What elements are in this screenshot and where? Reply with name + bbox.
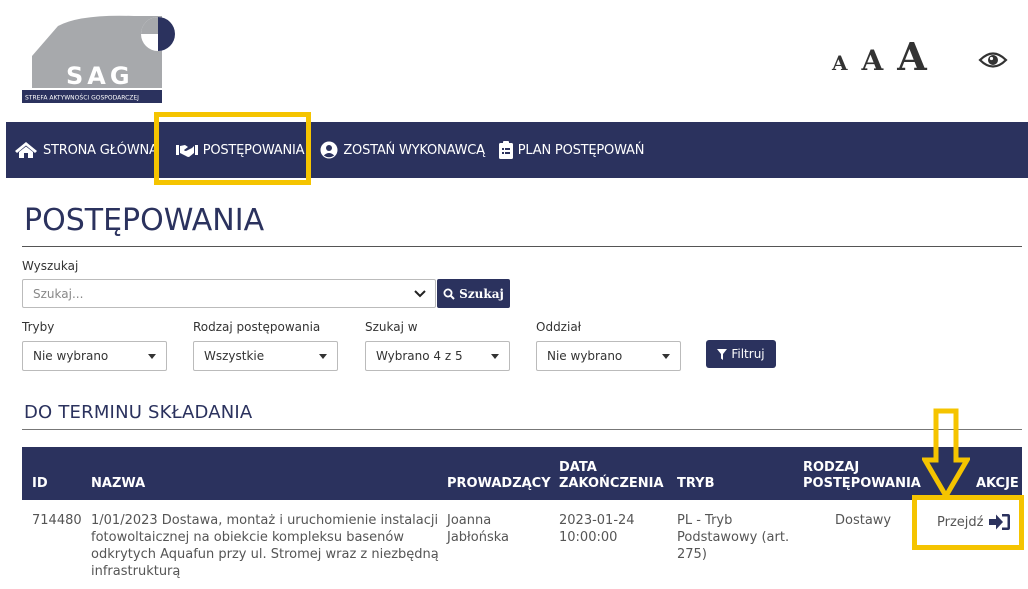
szukaj-w-label: Szukaj w xyxy=(365,320,418,334)
section-divider xyxy=(22,429,1022,430)
tryby-select[interactable]: Nie wybrano xyxy=(22,341,167,371)
home-icon xyxy=(15,142,37,158)
nav-home[interactable]: STRONA GŁÓWNA xyxy=(14,122,158,178)
tryby-select-value: Nie wybrano xyxy=(33,349,109,363)
cell-data-line: 2023-01-24 xyxy=(559,513,635,528)
filter-button[interactable]: Filtruj xyxy=(706,340,776,368)
highlight-box-akcje xyxy=(912,495,1024,550)
font-size-small-button[interactable]: A xyxy=(832,51,848,75)
cell-prowadzacy-line: Jabłońska xyxy=(447,530,509,545)
font-size-controls: A A A xyxy=(832,34,927,79)
logo-subtitle: STREFA AKTYWNOŚCI GOSPODARCZEJ xyxy=(25,95,139,102)
tryby-label: Tryby xyxy=(22,320,55,334)
font-size-medium-button[interactable]: A xyxy=(862,44,884,77)
filter-icon xyxy=(717,348,728,360)
font-size-large-button[interactable]: A xyxy=(897,34,926,79)
col-header-data-line1: DATA xyxy=(559,460,597,475)
caret-down-icon xyxy=(491,354,499,359)
cell-data-zakonczenia: 2023-01-24 10:00:00 xyxy=(559,512,635,546)
col-header-rodzaj-line1: RODZAJ xyxy=(803,460,860,475)
cell-rodzaj: Dostawy xyxy=(835,513,892,528)
nav-zostan-wykonawca[interactable]: ZOSTAŃ WYKONAWCĄ xyxy=(320,122,485,178)
search-label: Wyszukaj xyxy=(22,259,79,273)
highlight-arrow-down-icon xyxy=(922,408,970,500)
sag-logo-graphic: SAG STREFA AKTYWNOŚCI GOSPODARCZEJ xyxy=(22,15,175,103)
oddzial-label: Oddział xyxy=(536,320,582,334)
col-header-id[interactable]: ID xyxy=(32,476,48,492)
col-header-nazwa[interactable]: NAZWA xyxy=(91,476,145,492)
caret-down-icon xyxy=(662,354,670,359)
col-header-tryb[interactable]: TRYB xyxy=(677,476,715,492)
contrast-toggle-button[interactable] xyxy=(978,48,1008,72)
col-header-data[interactable]: DATA ZAKOŃCZENIA xyxy=(559,460,664,492)
nav-home-label: STRONA GŁÓWNA xyxy=(43,142,158,158)
cell-data-line: 10:00:00 xyxy=(559,530,618,545)
nav-plan-postepowan-label: PLAN POSTĘPOWAŃ xyxy=(517,142,645,158)
section-title: DO TERMINU SKŁADANIA xyxy=(24,402,253,423)
logo-text: SAG xyxy=(66,62,134,90)
search-icon xyxy=(443,288,455,300)
user-circle-icon xyxy=(320,141,338,159)
col-header-rodzaj[interactable]: RODZAJ POSTĘPOWANIA xyxy=(803,460,921,492)
cell-tryb-line: Podstawowy (art. xyxy=(677,530,790,545)
nav-plan-postepowan[interactable]: PLAN POSTĘPOWAŃ xyxy=(498,122,645,178)
oddzial-select-value: Nie wybrano xyxy=(547,349,623,363)
highlight-box-nav xyxy=(154,112,311,185)
cell-tryb-line: PL - Tryb xyxy=(677,513,733,528)
cell-nazwa-line: odkrytych Aquafun przy ul. Stromej wraz … xyxy=(91,547,439,562)
rodzaj-select-value: Wszystkie xyxy=(204,349,265,363)
clipboard-icon xyxy=(498,141,513,159)
szukaj-w-select[interactable]: Wybrano 4 z 5 xyxy=(365,341,510,371)
chevron-down-icon[interactable] xyxy=(414,290,426,298)
nav-zostan-wykonawca-label: ZOSTAŃ WYKONAWCĄ xyxy=(343,142,485,158)
cell-nazwa-line: infrastrukturą xyxy=(91,564,181,579)
eye-icon xyxy=(978,52,1008,68)
search-input[interactable] xyxy=(22,279,436,308)
caret-down-icon xyxy=(148,354,156,359)
rodzaj-select[interactable]: Wszystkie xyxy=(193,341,338,371)
cell-id: 714480 xyxy=(32,513,82,528)
sag-logo[interactable]: SAG STREFA AKTYWNOŚCI GOSPODARCZEJ xyxy=(22,8,182,108)
search-button-label: Szukaj xyxy=(459,286,504,301)
col-header-rodzaj-line2: POSTĘPOWANIA xyxy=(803,476,921,491)
cell-nazwa-line: fotowoltaicznej na obiekcie kompleksu ba… xyxy=(91,530,405,545)
cell-nazwa: 1/01/2023 Dostawa, montaż i uruchomienie… xyxy=(91,512,439,580)
cell-tryb-line: 275) xyxy=(677,547,707,562)
col-header-data-line2: ZAKOŃCZENIA xyxy=(559,476,664,491)
cell-nazwa-line: 1/01/2023 Dostawa, montaż i uruchomienie… xyxy=(91,513,439,528)
search-button[interactable]: Szukaj xyxy=(437,279,510,308)
table-header: ID NAZWA PROWADZĄCY DATA ZAKOŃCZENIA TRY… xyxy=(22,447,1022,500)
szukaj-w-select-value: Wybrano 4 z 5 xyxy=(376,349,463,363)
cell-prowadzacy: Joanna Jabłońska xyxy=(447,512,509,546)
cell-prowadzacy-line: Joanna xyxy=(447,513,492,528)
col-header-prowadzacy[interactable]: PROWADZĄCY xyxy=(447,476,551,492)
caret-down-icon xyxy=(319,354,327,359)
filter-button-label: Filtruj xyxy=(731,347,765,361)
col-header-akcje[interactable]: AKCJE xyxy=(976,476,1019,492)
oddzial-select[interactable]: Nie wybrano xyxy=(536,341,681,371)
cell-tryb: PL - Tryb Podstawowy (art. 275) xyxy=(677,512,789,563)
page-title: POSTĘPOWANIA xyxy=(24,203,265,238)
rodzaj-label: Rodzaj postępowania xyxy=(193,320,321,334)
title-divider xyxy=(22,246,1022,247)
